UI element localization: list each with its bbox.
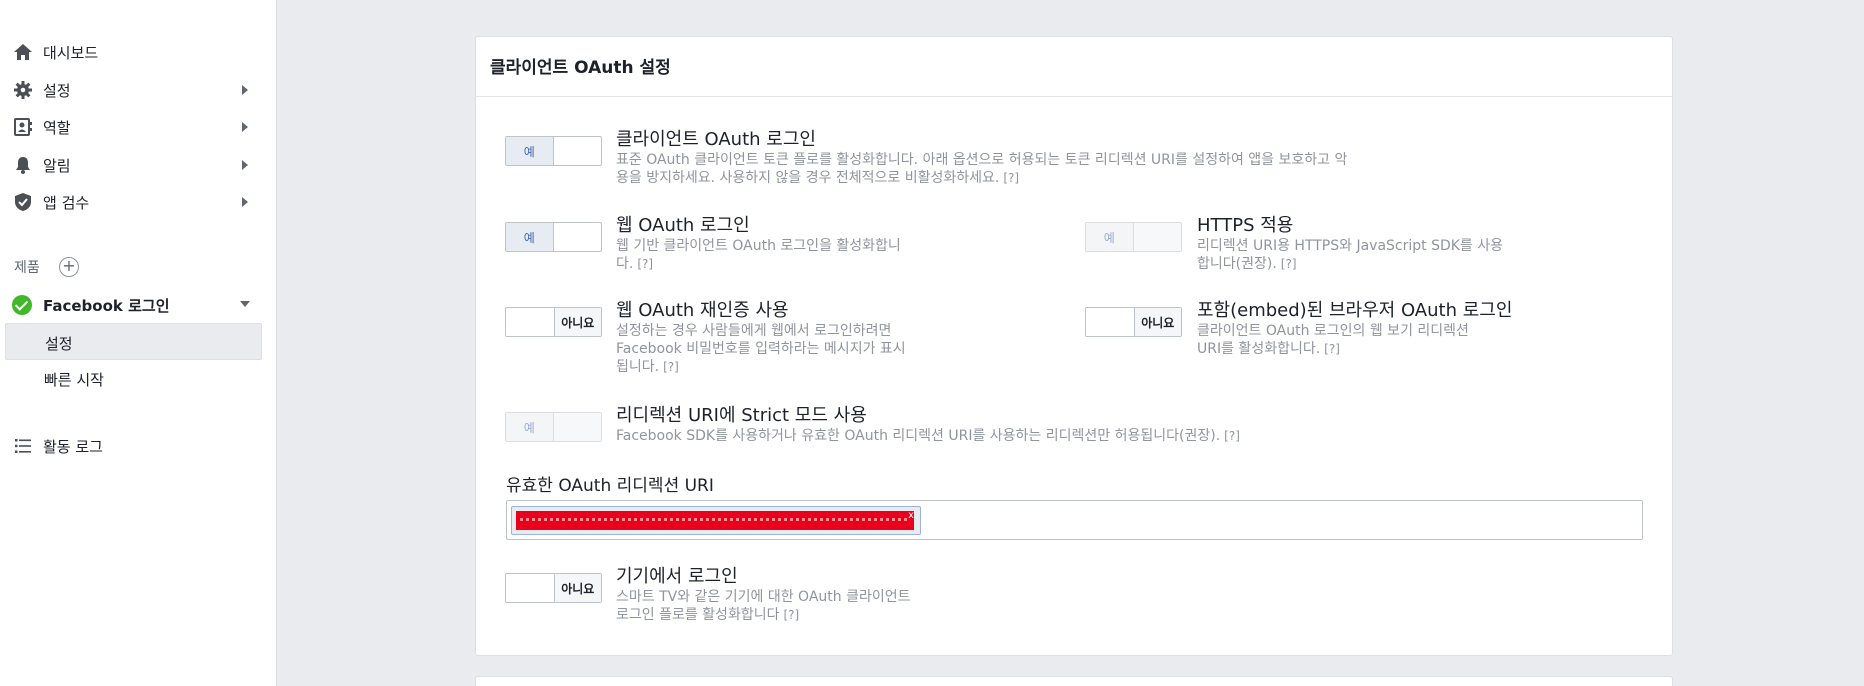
sidebar-item-label: 활동 로그 — [43, 437, 103, 456]
help-link[interactable]: [?] — [637, 257, 653, 271]
toggle-no: 아니요 — [553, 574, 601, 602]
toggle-no: 아니요 — [1133, 308, 1181, 336]
gear-icon — [12, 79, 34, 101]
embedded-browser-oauth-toggle[interactable]: 아니요 — [1085, 307, 1182, 337]
sidebar-subitem-label: 빠른 시작 — [44, 371, 104, 389]
check-circle-icon — [12, 295, 32, 315]
embedded-browser-oauth-desc: 클라이언트 OAuth 로그인의 웹 보기 리디렉션 URI를 활성화합니다.[… — [1197, 323, 1469, 357]
strict-mode-desc: Facebook SDK를 사용하거나 유효한 OAuth 리디렉션 URI를 … — [616, 428, 1240, 444]
client-oauth-login-title: 클라이언트 OAuth 로그인 — [616, 129, 816, 150]
add-product-icon[interactable]: + — [59, 257, 79, 277]
toggle-yes: 예 — [1086, 223, 1134, 251]
https-enforce-title: HTTPS 적용 — [1197, 215, 1294, 236]
device-login-desc: 스마트 TV와 같은 기기에 대한 OAuth 클라이언트 로그인 플로를 활성… — [616, 589, 911, 623]
bell-icon — [12, 154, 34, 176]
valid-oauth-redirect-uri-label: 유효한 OAuth 리디렉션 URI — [506, 476, 714, 496]
caret-right-icon — [242, 160, 248, 170]
sidebar-item-facebook-login[interactable]: Facebook 로그인 — [0, 288, 277, 320]
help-link[interactable]: [?] — [1281, 257, 1297, 271]
web-oauth-reauth-toggle[interactable]: 아니요 — [505, 307, 602, 337]
toggle-no: 아니요 — [553, 308, 601, 336]
caret-down-icon — [240, 301, 250, 307]
device-login-title: 기기에서 로그인 — [616, 566, 738, 587]
sidebar-item-roles[interactable]: 역할 — [0, 111, 277, 143]
caret-right-icon — [242, 122, 248, 132]
sidebar-subitem-settings[interactable]: 설정 — [5, 323, 262, 360]
sidebar-item-label: 설정 — [43, 81, 71, 100]
shield-check-icon — [12, 191, 34, 213]
caret-right-icon — [242, 85, 248, 95]
sidebar-item-dashboard[interactable]: 대시보드 — [0, 36, 277, 68]
https-enforce-desc: 리디렉션 URI용 HTTPS와 JavaScript SDK를 사용합니다(권… — [1197, 238, 1504, 272]
embedded-browser-oauth-title: 포함(embed)된 브라우저 OAuth 로그인 — [1197, 300, 1513, 321]
card-title: 클라이언트 OAuth 설정 — [490, 58, 671, 78]
sidebar-item-label: 역할 — [43, 118, 71, 137]
help-link[interactable]: [?] — [1224, 429, 1240, 443]
next-card — [475, 676, 1673, 686]
client-oauth-login-toggle[interactable]: 예 — [505, 136, 602, 166]
strict-mode-toggle[interactable]: 예 — [505, 412, 602, 442]
sidebar-item-activity-log[interactable]: 활동 로그 — [0, 430, 277, 462]
remove-token-icon[interactable]: x — [908, 510, 914, 521]
sidebar: 대시보드 설정 역할 알림 앱 검수 제품 + Facebook 로그인 설정 … — [0, 0, 277, 686]
sidebar-item-alerts[interactable]: 알림 — [0, 149, 277, 181]
card-header: 클라이언트 OAuth 설정 — [476, 37, 1672, 97]
web-oauth-login-toggle[interactable]: 예 — [505, 222, 602, 252]
toggle-yes: 예 — [506, 413, 554, 441]
help-link[interactable]: [?] — [1003, 171, 1019, 185]
role-icon — [12, 116, 34, 138]
web-oauth-login-title: 웹 OAuth 로그인 — [616, 215, 750, 236]
sidebar-item-settings[interactable]: 설정 — [0, 74, 277, 106]
sidebar-item-label: 알림 — [43, 156, 71, 175]
strict-mode-title: 리디렉션 URI에 Strict 모드 사용 — [616, 405, 867, 426]
sidebar-item-app-review[interactable]: 앱 검수 — [0, 186, 277, 218]
web-oauth-login-desc: 웹 기반 클라이언트 OAuth 로그인을 활성화합니다. [?] — [616, 238, 901, 272]
redirect-uri-token[interactable]: x — [511, 506, 921, 535]
https-enforce-toggle[interactable]: 예 — [1085, 222, 1182, 252]
sidebar-item-label: 대시보드 — [43, 43, 99, 62]
client-oauth-login-desc: 표준 OAuth 클라이언트 토큰 플로를 활성화합니다. 아래 옵션으로 허용… — [616, 152, 1348, 186]
sidebar-subitem-label: 설정 — [45, 335, 73, 353]
product-label: Facebook 로그인 — [43, 297, 170, 315]
toggle-yes: 예 — [506, 223, 554, 251]
sidebar-subitem-quickstart[interactable]: 빠른 시작 — [5, 360, 262, 397]
redacted-uri — [516, 511, 914, 530]
web-oauth-reauth-desc: 설정하는 경우 사람들에게 웹에서 로그인하려면 Facebook 비밀번호를 … — [616, 323, 906, 375]
sidebar-item-label: 앱 검수 — [43, 193, 90, 212]
list-icon — [12, 435, 34, 457]
help-link[interactable]: [?] — [1324, 342, 1340, 356]
help-link[interactable]: [?] — [663, 360, 679, 374]
home-icon — [12, 41, 34, 63]
device-login-toggle[interactable]: 아니요 — [505, 573, 602, 603]
products-section-title: 제품 — [14, 260, 40, 276]
redirect-uri-input[interactable]: x — [506, 500, 1643, 540]
help-link[interactable]: [?] — [783, 608, 799, 622]
toggle-yes: 예 — [506, 137, 554, 165]
web-oauth-reauth-title: 웹 OAuth 재인증 사용 — [616, 300, 789, 321]
caret-right-icon — [242, 197, 248, 207]
